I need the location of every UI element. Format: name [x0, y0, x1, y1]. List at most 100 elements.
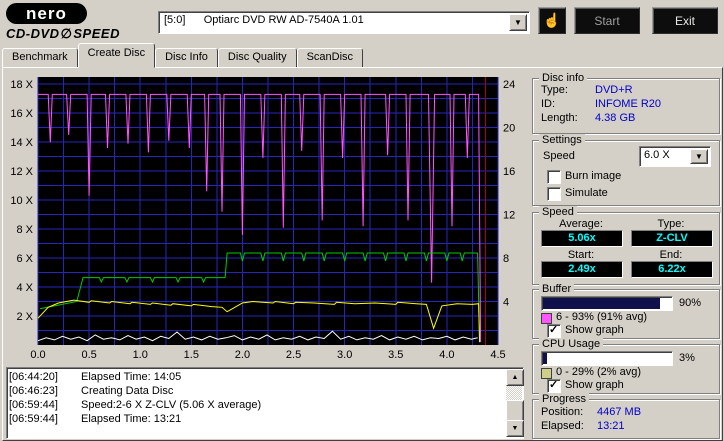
select-drive-button[interactable]: ☝	[538, 7, 566, 34]
start-button[interactable]: Start	[574, 7, 640, 34]
svg-text:16 X: 16 X	[10, 108, 33, 120]
svg-text:18 X: 18 X	[10, 79, 33, 91]
cpu-usage-group: CPU Usage 3% 0 - 29% (2% avg) Show graph	[532, 338, 720, 394]
log-text: Speed:2-6 X Z-CLV (5.06 X average)	[81, 399, 262, 411]
svg-text:4 X: 4 X	[16, 282, 33, 294]
speed-select-value: 6.0 X	[644, 149, 670, 161]
buffer-percent-value: 90%	[679, 297, 702, 309]
cpu-range-text: 0 - 29% (2% avg)	[556, 366, 641, 378]
disc-type-label: Type:	[541, 84, 568, 96]
speed-end-label: End:	[659, 249, 683, 261]
simulate-checkbox[interactable]	[547, 187, 561, 201]
svg-text:8: 8	[503, 253, 509, 265]
progress-elapsed-value: 13:21	[597, 420, 625, 432]
buffer-progress-bar	[541, 296, 673, 311]
svg-text:4.5: 4.5	[490, 349, 505, 361]
progress-title: Progress	[539, 393, 590, 406]
buffer-show-graph-label: Show graph	[565, 324, 624, 336]
log-timestamp: [06:46:23]	[9, 385, 58, 397]
disc-type-value: DVD+R	[595, 84, 633, 96]
burn-image-checkbox[interactable]	[547, 170, 561, 184]
tab-disc-info[interactable]: Disc Info	[155, 48, 218, 68]
svg-text:1.5: 1.5	[184, 349, 199, 361]
tab-scandisc[interactable]: ScanDisc	[296, 48, 364, 68]
progress-group: Progress Position: 4467 MB Elapsed: 13:2…	[532, 393, 720, 439]
buffer-show-graph-checkbox[interactable]	[547, 323, 561, 338]
burn-image-label: Burn image	[565, 170, 622, 182]
buffer-group: Buffer 90% 6 - 93% (91% avg) Show graph	[532, 283, 720, 339]
log-timestamp: [06:59:44]	[9, 413, 58, 425]
chevron-down-icon[interactable]: ▼	[509, 14, 527, 31]
speed-type-value: Z-CLV	[631, 230, 713, 247]
scrollbar-thumb[interactable]	[506, 400, 524, 422]
chevron-down-icon[interactable]: ▼	[690, 149, 708, 164]
svg-text:4: 4	[503, 297, 509, 309]
disc-id-value: INFOME R20	[595, 98, 662, 110]
svg-text:3.0: 3.0	[337, 349, 352, 361]
scroll-up-icon[interactable]: ▲	[506, 369, 524, 386]
cpu-show-graph-label: Show graph	[565, 379, 624, 391]
drive-selector-value: [5:0] Optiarc DVD RW AD-7540A 1.01	[164, 14, 364, 26]
progress-position-value: 4467 MB	[597, 406, 642, 418]
speed-select[interactable]: 6.0 X ▼	[639, 146, 711, 167]
disc-length-value: 4.38 GB	[595, 112, 636, 124]
settings-title: Settings	[539, 134, 585, 147]
log-scrollbar[interactable]: ▲ ▼	[506, 369, 524, 437]
create-disc-chart: 18 X 16 X 14 X 12 X 10 X 8 X 6 X 4 X 2 X 24 20 16 12…	[10, 77, 515, 361]
log-line: [06:44:20] Elapsed Time: 14:05	[9, 370, 505, 384]
cpu-usage-title: CPU Usage	[539, 338, 604, 351]
svg-text:8 X: 8 X	[16, 224, 33, 236]
speed-type-label: Type:	[657, 218, 685, 230]
disc-slash-icon: ∅	[60, 26, 73, 41]
drive-selector[interactable]: [5:0] Optiarc DVD RW AD-7540A 1.01 ▼	[158, 11, 530, 34]
log-text: Elapsed Time: 14:05	[81, 371, 182, 383]
cpu-progress-fill	[543, 353, 547, 364]
svg-text:24: 24	[503, 79, 515, 91]
svg-text:20: 20	[503, 123, 515, 135]
speed-start-label: Start:	[567, 249, 595, 261]
progress-position-label: Position:	[541, 406, 584, 418]
log-line: [06:59:44] Elapsed Time: 13:21	[9, 412, 505, 426]
app-logo-subtitle: CD-DVD∅SPEED	[6, 26, 120, 42]
buffer-progress-fill	[543, 298, 660, 309]
svg-text:4.0: 4.0	[439, 349, 454, 361]
buffer-group-title: Buffer	[539, 283, 575, 296]
settings-group: Settings Speed 6.0 X ▼ Burn image Simula…	[532, 134, 720, 206]
svg-text:2.0: 2.0	[235, 349, 250, 361]
log-timestamp: [06:59:44]	[9, 399, 58, 411]
scroll-down-icon[interactable]: ▼	[506, 420, 524, 437]
speed-end-value: 6.22x	[631, 261, 713, 278]
exit-button-label: Exit	[674, 13, 695, 28]
log-text: Elapsed Time: 13:21	[81, 413, 182, 425]
log-line: [06:46:23] Creating Data Disc	[9, 384, 505, 398]
tab-benchmark[interactable]: Benchmark	[2, 48, 78, 68]
hand-pointer-icon: ☝	[543, 12, 561, 28]
simulate-label: Simulate	[565, 187, 608, 199]
svg-text:1.0: 1.0	[133, 349, 148, 361]
tab-create-disc[interactable]: Create Disc	[77, 43, 156, 68]
buffer-range-text: 6 - 93% (91% avg)	[556, 311, 648, 323]
log-timestamp: [06:44:20]	[9, 371, 58, 383]
progress-elapsed-label: Elapsed:	[541, 420, 584, 432]
speed-average-value: 5.06x	[541, 230, 623, 247]
svg-text:2 X: 2 X	[16, 311, 33, 323]
svg-text:0.5: 0.5	[81, 349, 96, 361]
disc-id-label: ID:	[541, 98, 556, 110]
svg-text:16: 16	[503, 166, 515, 178]
speed-start-value: 2.49x	[541, 261, 623, 278]
cpu-show-graph-checkbox[interactable]	[547, 378, 561, 393]
log-line: [06:59:44] Speed:2-6 X Z-CLV (5.06 X aver…	[9, 398, 505, 412]
logo-cddvd-text: CD-DVD	[6, 26, 60, 41]
start-button-label: Start	[594, 13, 620, 28]
tab-disc-quality[interactable]: Disc Quality	[217, 48, 297, 68]
tab-bar: Benchmark Create Disc Disc Info Disc Qua…	[2, 43, 364, 68]
disc-length-label: Length:	[541, 112, 578, 124]
status-log-list[interactable]: [06:44:20] Elapsed Time: 14:05 [06:46:23]…	[6, 367, 524, 439]
svg-text:2.5: 2.5	[286, 349, 301, 361]
nero-logo: nero	[6, 3, 87, 24]
svg-text:0.0: 0.0	[30, 349, 45, 361]
log-text: Creating Data Disc	[81, 385, 174, 397]
exit-button[interactable]: Exit	[652, 7, 718, 34]
logo-speed-text: SPEED	[73, 26, 120, 41]
svg-text:6 X: 6 X	[16, 253, 33, 265]
